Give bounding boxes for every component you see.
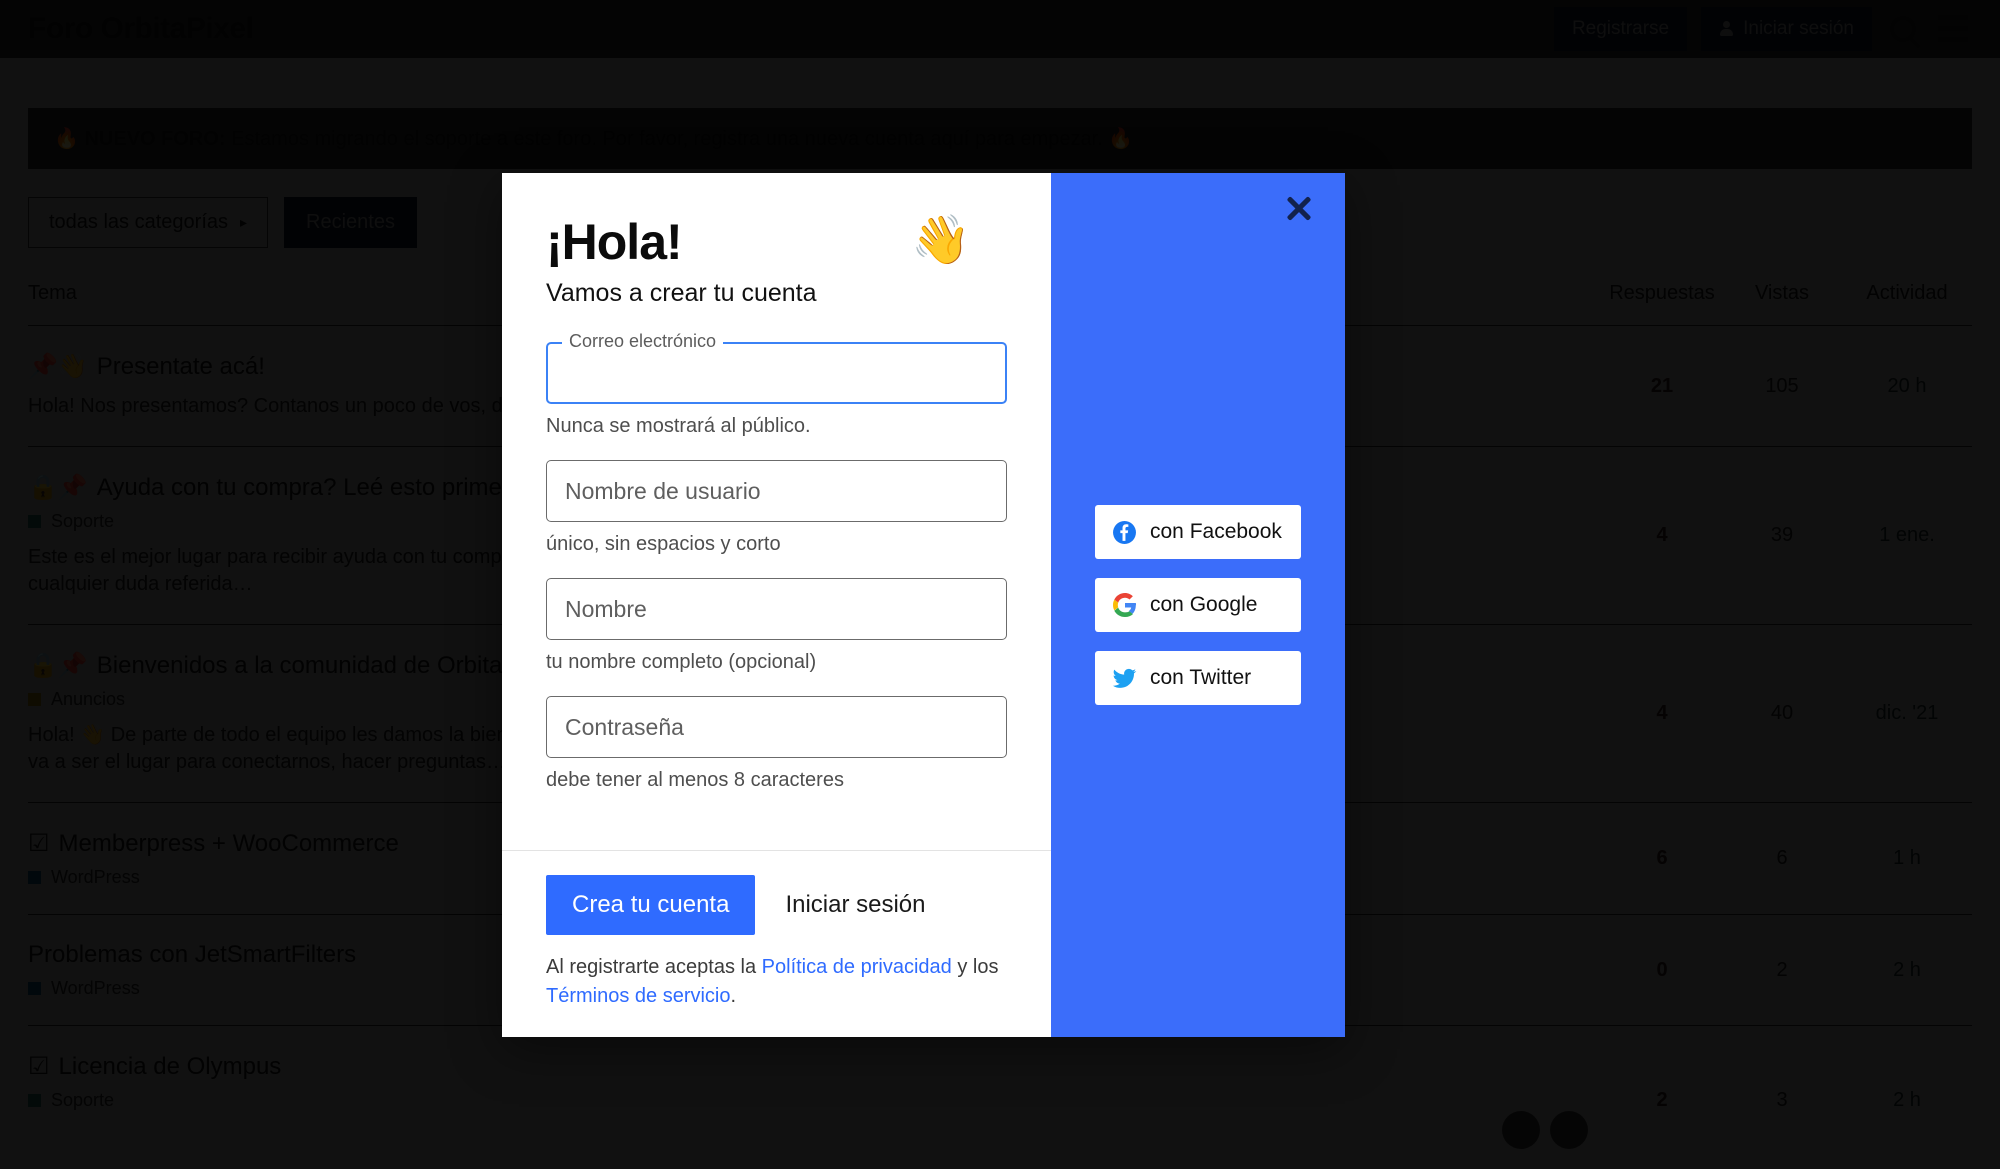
- signup-modal: ¡Hola! Vamos a crear tu cuenta 👋 Correo …: [502, 173, 1345, 1037]
- terms-middle: y los: [951, 956, 999, 978]
- social-login-panel: con Facebook con Google con Twitter: [1051, 173, 1345, 1037]
- waving-hand-icon: 👋: [911, 214, 971, 267]
- go-to-login-button[interactable]: Iniciar sesión: [781, 885, 929, 925]
- email-field-hint: Nunca se mostrará al público.: [546, 415, 811, 437]
- name-field[interactable]: [546, 578, 1007, 640]
- email-field-label: Correo electrónico: [562, 331, 724, 352]
- signup-subtitle: Vamos a crear tu cuenta: [546, 279, 817, 307]
- signup-form-panel: ¡Hola! Vamos a crear tu cuenta 👋 Correo …: [502, 173, 1051, 1037]
- terms-of-service-link[interactable]: Términos de servicio: [546, 985, 731, 1007]
- username-field[interactable]: [546, 460, 1007, 522]
- login-with-facebook-button[interactable]: con Facebook: [1095, 505, 1301, 559]
- login-with-google-button[interactable]: con Google: [1095, 578, 1301, 632]
- create-account-button[interactable]: Crea tu cuenta: [546, 875, 756, 935]
- password-field-hint: debe tener al menos 8 caracteres: [546, 769, 844, 791]
- terms-text: Al registrarte aceptas la Política de pr…: [546, 953, 1007, 1011]
- signup-actions: Crea tu cuenta Iniciar sesión: [546, 875, 1007, 935]
- password-field[interactable]: [546, 696, 1007, 758]
- terms-prefix: Al registrarte aceptas la: [546, 956, 762, 978]
- login-with-twitter-button[interactable]: con Twitter: [1095, 651, 1301, 705]
- twitter-button-label: con Twitter: [1150, 666, 1252, 689]
- password-field-group: debe tener al menos 8 caracteres: [546, 696, 1007, 792]
- username-field-hint: único, sin espacios y corto: [546, 533, 781, 555]
- google-icon: [1112, 593, 1137, 618]
- signup-form-body: ¡Hola! Vamos a crear tu cuenta 👋 Correo …: [502, 173, 1051, 850]
- signup-footer: Crea tu cuenta Iniciar sesión Al registr…: [502, 850, 1051, 1037]
- close-icon[interactable]: [1282, 191, 1316, 225]
- privacy-policy-link[interactable]: Política de privacidad: [762, 956, 952, 978]
- forum-page: Foro OrbitaPixel Registrarse Iniciar ses…: [0, 0, 2000, 1169]
- facebook-button-label: con Facebook: [1150, 520, 1282, 543]
- username-field-group: único, sin espacios y corto: [546, 460, 1007, 556]
- signup-header: ¡Hola! Vamos a crear tu cuenta 👋: [546, 217, 1007, 308]
- social-login-buttons: con Facebook con Google con Twitter: [1095, 505, 1301, 705]
- page-title: ¡Hola!: [546, 214, 683, 270]
- name-field-hint: tu nombre completo (opcional): [546, 651, 817, 673]
- google-button-label: con Google: [1150, 593, 1258, 616]
- facebook-icon: [1112, 520, 1137, 545]
- name-field-group: tu nombre completo (opcional): [546, 578, 1007, 674]
- email-field-group: Correo electrónico Nunca se mostrará al …: [546, 331, 1007, 438]
- twitter-icon: [1112, 666, 1137, 691]
- terms-suffix: .: [730, 985, 737, 1007]
